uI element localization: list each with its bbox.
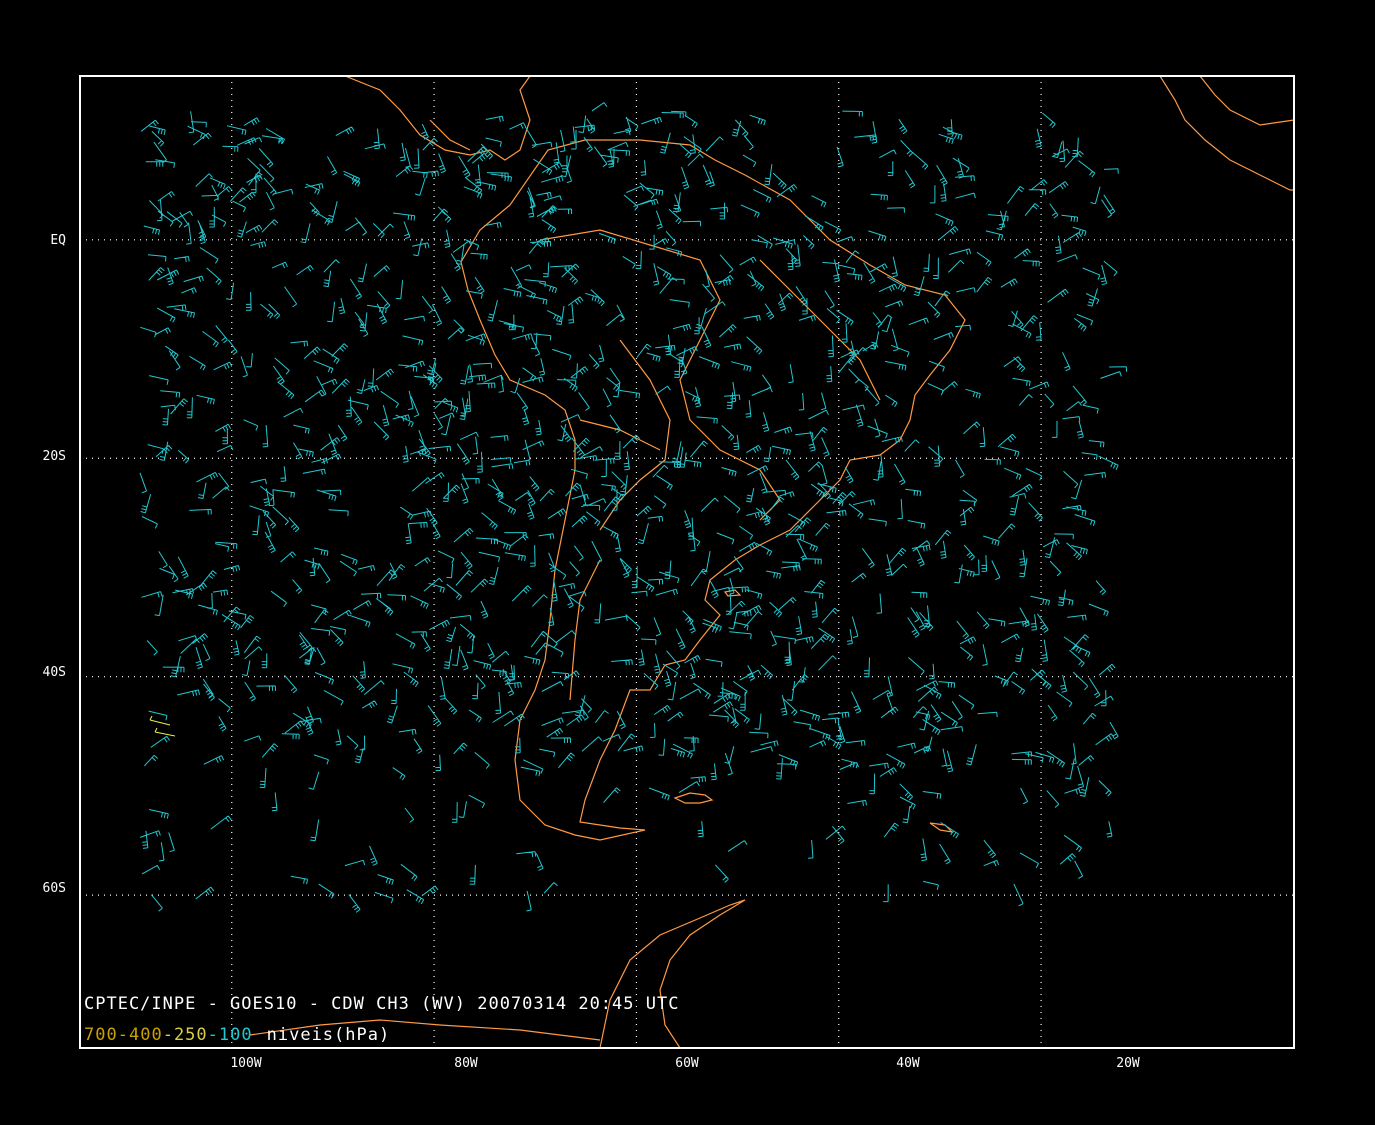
legend-250: 250 [174,1025,208,1045]
wind-barb-map: 100W 80W 60W 40W 20W EQ 20S 40S 60S CPTE… [0,0,1375,1125]
lat-label-60s: 60S [43,881,66,896]
legend-700: 700 [84,1025,118,1045]
lat-label-40s: 40S [43,665,66,680]
lon-label-100w: 100W [230,1056,261,1071]
lon-label-80w: 80W [454,1056,478,1071]
lat-label-eq: EQ [50,233,66,248]
lat-label-20s: 20S [43,449,66,464]
lon-label-20w: 20W [1116,1056,1140,1071]
lon-label-40w: 40W [896,1056,920,1071]
legend-suffix: niveis(hPa) [267,1025,391,1045]
level-legend: 700-400-250-100 niveis(hPa) [84,1025,390,1045]
lon-label-60w: 60W [675,1056,699,1071]
map-title: CPTEC/INPE - GOES10 - CDW CH3 (WV) 20070… [84,994,679,1014]
legend-100: 100 [219,1025,253,1045]
legend-400: 400 [129,1025,163,1045]
